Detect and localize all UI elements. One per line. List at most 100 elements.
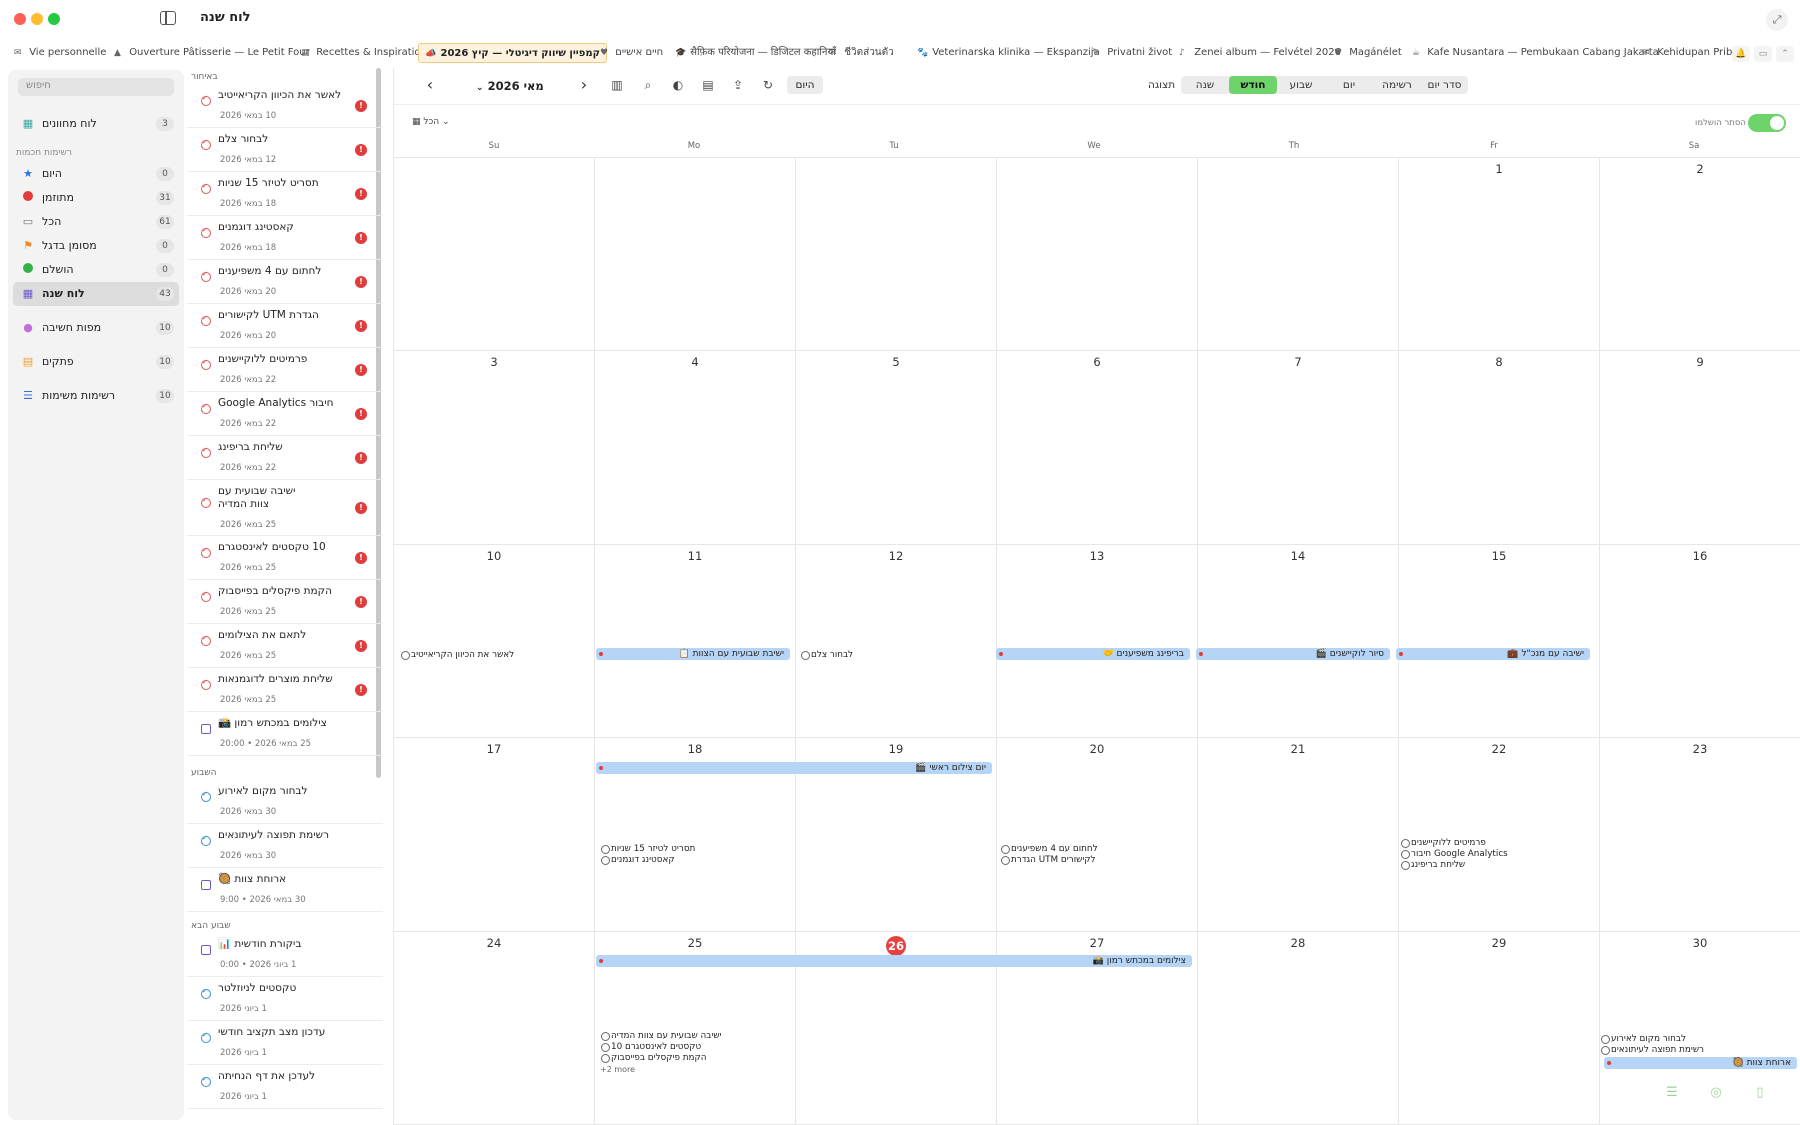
refresh-icon[interactable]: ↻ (760, 77, 776, 93)
day-cell[interactable]: 20 (997, 738, 1198, 932)
task-checkbox[interactable] (201, 402, 211, 414)
day-cell[interactable] (796, 158, 997, 352)
task-item[interactable]: 10 טקסטים לאינסטגרם 25 במאי 2026! (187, 536, 383, 580)
task-item[interactable]: פרמיטים ללוקיישנים 22 במאי 2026! (187, 348, 383, 392)
day-cell[interactable] (997, 158, 1198, 352)
zoom-window-button[interactable] (48, 13, 60, 25)
day-cell[interactable]: 7 (1198, 351, 1399, 545)
task-item[interactable]: שליחת מוצרים לדוגמנאות 25 במאי 2026! (187, 668, 383, 712)
task-checkbox[interactable] (201, 678, 211, 690)
tab-project[interactable]: 🎓 सैफ़िक परियोजना — डिजिटल कहानियाँ (669, 43, 842, 63)
tab-project[interactable]: 🐾 Veterinarska klinika — Ekspanzija (911, 43, 1106, 63)
task-checkbox[interactable] (201, 834, 211, 846)
calendar-task[interactable]: לחתום עם 4 משפיענים (1000, 844, 1098, 855)
task-checkbox[interactable] (201, 634, 211, 646)
task-item[interactable]: לבחור מקום לאירוע 30 במאי 2026 (187, 780, 383, 824)
task-item[interactable]: צילומים במכתש רמון 📸 25 במאי 2026 • 20:00 (187, 712, 383, 756)
tab-project-active[interactable]: 📣 קמפיין שיווק דיגיטלי — קיץ 2026 (418, 43, 607, 63)
calendar-task[interactable]: קאסטינג דוגמנים (600, 855, 675, 866)
task-item[interactable]: לעדכן את דף הנחיתה 1 ביוני 2026 (187, 1065, 383, 1109)
calendar-task[interactable]: שליחת בריפינג (1400, 860, 1465, 871)
calendar-task[interactable]: ישיבה שבועית עם צוות המדיה (600, 1031, 722, 1042)
layout-icon[interactable]: ▭ (1754, 46, 1772, 62)
task-item[interactable]: קאסטינג דוגמנים 18 במאי 2026! (187, 216, 383, 260)
tab-project[interactable]: ▲ Ouverture Pâtisserie — Le Petit Four (108, 43, 316, 63)
task-item[interactable]: עדכון מצב תקציב חודשי 1 ביוני 2026 (187, 1021, 383, 1065)
day-cell[interactable]: 22 (1399, 738, 1600, 932)
calendar-event[interactable]: ישיבת שבועית עם הצוות 📋 (596, 648, 790, 660)
calendar-event[interactable]: ארוחת צוות 🥘 (1604, 1057, 1797, 1069)
day-cell[interactable]: 1 (1399, 158, 1600, 352)
task-item[interactable]: לחתום עם 4 משפיענים 20 במאי 2026! (187, 260, 383, 304)
chevron-left-icon[interactable]: ‹ (420, 76, 440, 96)
view-agenda-button[interactable]: סדר יום (1421, 76, 1468, 94)
task-checkbox[interactable] (201, 270, 211, 282)
calendar-event[interactable]: סיור לוקיישנים 🎬 (1196, 648, 1390, 660)
day-cell[interactable]: 2 (1600, 158, 1800, 352)
month-selector[interactable]: מאי 2026 ⌄ (476, 79, 544, 93)
task-item[interactable]: הקמת פיקסלים בפייסבוק 25 במאי 2026! (187, 580, 383, 624)
day-cell[interactable]: 9 (1600, 351, 1800, 545)
view-list-button[interactable]: רשימה (1373, 76, 1421, 94)
task-item[interactable]: תסריט לטיזר 15 שניות 18 במאי 2026! (187, 172, 383, 216)
task-item[interactable]: ביקורת חודשית 📊 1 ביוני 2026 • 0:00 (187, 933, 383, 977)
day-cell[interactable]: 24 (394, 931, 595, 1125)
view-day-button[interactable]: יום (1325, 76, 1373, 94)
task-checkbox[interactable] (201, 226, 211, 238)
task-checkbox[interactable] (201, 138, 211, 150)
tab-project[interactable]: ♥ Magánélet (1328, 43, 1408, 63)
task-checkbox[interactable] (201, 1075, 211, 1087)
calendar-task[interactable]: לבחור מקום לאירוע (1600, 1034, 1686, 1045)
calendar-task[interactable]: פרמיטים ללוקיישנים (1400, 838, 1486, 849)
tab-project[interactable]: ♥ חיים אישיים (594, 43, 669, 63)
task-checkbox[interactable] (201, 590, 211, 602)
calendar-event[interactable]: יום צילום ראשי 🎬 (596, 762, 992, 774)
task-item[interactable]: שליחת בריפינג 22 במאי 2026! (187, 436, 383, 480)
tab-project[interactable]: ✉ ชีวิตส่วนตัว (823, 43, 900, 63)
sidebar-item-completed[interactable]: הושלם 0 (13, 258, 179, 282)
task-checkbox[interactable] (201, 1031, 211, 1043)
palette-icon[interactable]: ◐ (670, 77, 686, 93)
calendar-event[interactable]: ישיבה עם מנכ"ל 💼 (1396, 648, 1590, 660)
task-item[interactable]: לתאם את הצילומים 25 במאי 2026! (187, 624, 383, 668)
day-cell[interactable]: 14 (1198, 544, 1399, 739)
chevron-up-icon[interactable]: ⌃ (1776, 46, 1794, 62)
sidebar-item-flagged[interactable]: ⚑ מסומן בדגל 0 (13, 234, 179, 258)
sidebar-item-checklists[interactable]: ☰ רשימות משימות 10 (13, 384, 179, 408)
day-cell[interactable]: 6 (997, 351, 1198, 545)
expand-icon[interactable]: ⤢ (1766, 9, 1788, 31)
task-item[interactable]: ארוחת צוות 🥘 30 במאי 2026 • 9:00 (187, 868, 383, 912)
share-icon[interactable]: ⇪ (730, 77, 746, 93)
sidebar-item-dashboard[interactable]: ▦ לוח מחוונים 3 (13, 112, 179, 136)
tab-project[interactable]: ♪ Zenei album — Felvétel 2026 (1173, 43, 1347, 63)
day-cell[interactable]: 17 (394, 738, 595, 932)
day-cell[interactable]: 28 (1198, 931, 1399, 1125)
calendar-task[interactable]: לאשר את הכיוון הקריאייטיב (400, 650, 514, 661)
day-cell[interactable]: 29 (1399, 931, 1600, 1125)
search-icon[interactable]: ⌕ (640, 77, 656, 93)
more-events-link[interactable]: +2 more (600, 1065, 635, 1074)
task-item[interactable]: ישיבה שבועית עם צוות המדיה 25 במאי 2026! (187, 480, 383, 536)
close-window-button[interactable] (14, 13, 26, 25)
day-cell[interactable]: 21 (1198, 738, 1399, 932)
task-item[interactable]: לבחור צלם 12 במאי 2026! (187, 128, 383, 172)
task-item[interactable]: רשימת תפוצה לעיתונאים 30 במאי 2026 (187, 824, 383, 868)
brain-icon[interactable]: ◎ (1708, 1085, 1724, 1101)
sidebar-item-scheduled[interactable]: מתוזמן 31 (13, 186, 179, 210)
sidebar-item-mindmaps[interactable]: ● מפות חשיבה 10 (13, 316, 179, 340)
task-item[interactable]: הגדרת UTM לקישורים 20 במאי 2026! (187, 304, 383, 348)
task-checkbox[interactable] (201, 358, 211, 370)
calendar-task[interactable]: חיבור Google Analytics (1400, 849, 1508, 860)
day-cell[interactable]: 5 (796, 351, 997, 545)
list-icon[interactable]: ☰ (1664, 1085, 1680, 1101)
chart-icon[interactable]: ▥ (609, 77, 625, 93)
minimize-window-button[interactable] (31, 13, 43, 25)
day-cell[interactable]: 11 (595, 544, 796, 739)
calendar-task[interactable]: תסריט לטיזר 15 שניות (600, 844, 695, 855)
sidebar-toggle-icon[interactable] (160, 11, 176, 25)
tab-project[interactable]: ☕ Kafe Nusantara — Pembukaan Cabang Jaka… (1406, 43, 1665, 63)
sidebar-item-all[interactable]: ▭ הכל 61 (13, 210, 179, 234)
filter-dropdown[interactable]: ▦ הכל ⌄ (412, 117, 450, 127)
calendar-task[interactable]: הקמת פיקסלים בפייסבוק (600, 1053, 707, 1064)
calendar-event[interactable]: בריפינג משפיענים 🤝 (996, 648, 1190, 660)
